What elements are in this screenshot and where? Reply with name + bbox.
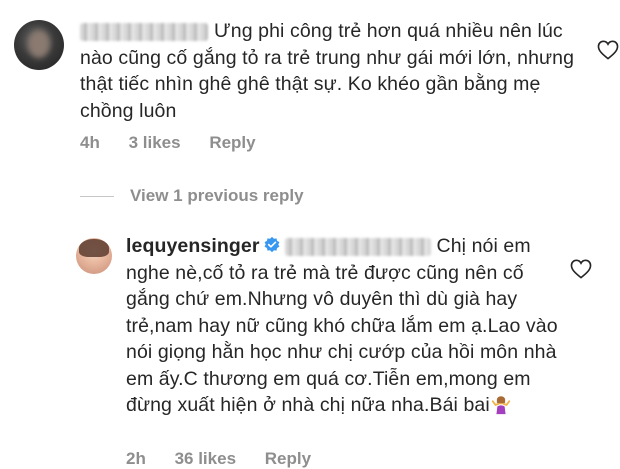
reply-time[interactable]: 2h: [126, 449, 146, 468]
reply-button[interactable]: Reply: [265, 449, 311, 468]
avatar-image: [28, 30, 50, 58]
heart-icon[interactable]: [570, 259, 592, 279]
avatar[interactable]: [76, 238, 112, 274]
reply-button[interactable]: Reply: [209, 133, 255, 152]
verified-badge-icon: [264, 236, 279, 253]
reply-username[interactable]: lequyensinger: [126, 235, 260, 257]
comment-body: Ưng phi công trẻ hơn quá nhiều nên lúc n…: [80, 18, 580, 124]
reply-meta: 2h 36 likes Reply: [126, 449, 335, 469]
comment-time[interactable]: 4h: [80, 133, 100, 152]
view-previous-replies-button[interactable]: View 1 previous reply: [80, 186, 304, 206]
comment-meta: 4h 3 likes Reply: [80, 133, 280, 153]
divider-line: [80, 195, 114, 197]
reply-text: Chị nói em nghe nè,cố tỏ ra trẻ mà trẻ đ…: [126, 235, 558, 416]
comment-likes[interactable]: 3 likes: [129, 133, 181, 152]
reply-likes[interactable]: 36 likes: [175, 449, 236, 468]
view-replies-label: View 1 previous reply: [130, 186, 304, 205]
reply-body: lequyensinger Chị nói em nghe nè,cố tỏ r…: [126, 233, 571, 419]
heart-icon[interactable]: [597, 40, 619, 60]
blurred-username[interactable]: [80, 22, 208, 41]
woman-shrugging-emoji: [491, 396, 510, 415]
avatar-image: [79, 239, 109, 257]
blurred-mention[interactable]: [284, 237, 431, 256]
avatar[interactable]: [14, 20, 64, 70]
